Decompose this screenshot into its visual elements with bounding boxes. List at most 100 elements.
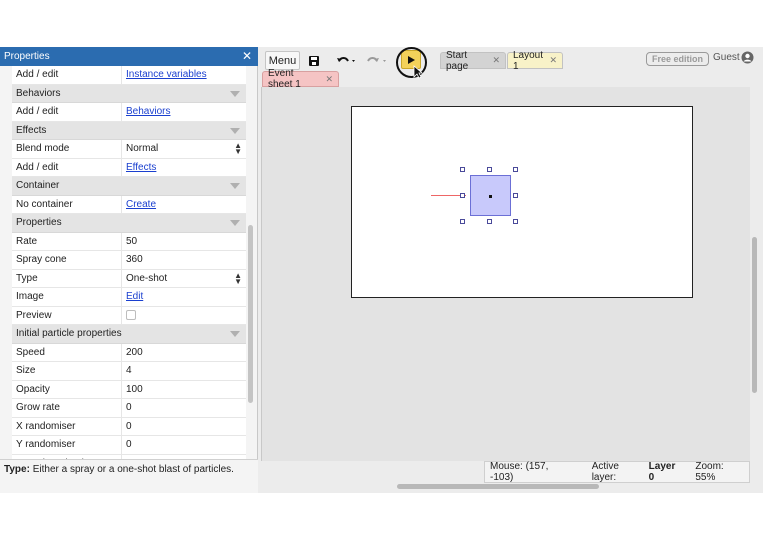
undo-button[interactable] [334, 51, 358, 70]
property-select[interactable]: One-shot ▲ ▼ [122, 270, 246, 288]
property-row: Y randomiser 0 [12, 436, 246, 455]
property-row: Rate 50 [12, 232, 246, 251]
property-row: No container Create [12, 195, 246, 214]
property-row: Grow rate 0 [12, 399, 246, 418]
collapse-triangle-icon[interactable] [230, 331, 240, 337]
property-name: Y randomiser [12, 436, 122, 454]
section-header[interactable]: Initial particle properties [12, 325, 246, 344]
layout-vertical-scrollbar[interactable] [752, 237, 757, 393]
resize-handle[interactable] [460, 219, 465, 224]
layout-horizontal-scrollbar[interactable] [397, 484, 599, 489]
collapse-triangle-icon[interactable] [230, 183, 240, 189]
properties-grid: Add / edit Instance variables Behaviors Add… [12, 66, 246, 459]
property-name: Type [12, 269, 122, 287]
property-value-cell: Instance variables [122, 66, 246, 84]
origin-point [489, 195, 492, 198]
layout-view[interactable] [261, 87, 750, 461]
resize-handle[interactable] [460, 193, 465, 198]
property-name: Preview [12, 306, 122, 324]
help-text: Either a spray or a one-shot blast of pa… [32, 464, 234, 475]
preview-checkbox[interactable] [126, 310, 136, 321]
section-header[interactable]: Container [12, 177, 246, 196]
close-icon[interactable]: ✕ [492, 55, 500, 66]
collapse-triangle-icon[interactable] [230, 220, 240, 226]
section-header[interactable]: Effects [12, 121, 246, 140]
close-icon[interactable]: ✕ [242, 47, 252, 66]
property-value-cell: Behaviors [122, 103, 246, 121]
play-icon [408, 55, 415, 64]
redo-button[interactable] [364, 51, 390, 70]
close-icon[interactable]: ✕ [549, 55, 557, 66]
property-name: Add / edit [12, 158, 122, 176]
select-arrows-icon: ▲ ▼ [234, 270, 242, 286]
tab-layout-1[interactable]: Layout 1 ✕ [507, 50, 563, 72]
property-value[interactable]: 360 [122, 251, 246, 269]
property-value[interactable]: 0 [122, 436, 246, 454]
property-row: Size 4 [12, 362, 246, 381]
save-icon [309, 55, 319, 66]
resize-handle[interactable] [513, 219, 518, 224]
property-name: Spray cone [12, 251, 122, 269]
property-name: Blend mode [12, 140, 122, 158]
cursor-icon [413, 65, 423, 79]
main-toolbar: Menu Start page ✕ Layout 1 ✕ Free editio… [261, 47, 763, 79]
property-row: Add / edit Behaviors [12, 103, 246, 122]
active-layer-label: Active layer: [591, 461, 619, 483]
resize-handle[interactable] [513, 167, 518, 172]
property-value[interactable]: 200 [122, 344, 246, 362]
property-value-cell: Effects [122, 159, 246, 177]
section-header[interactable]: Behaviors [12, 84, 246, 103]
property-value-cell: Edit [122, 288, 246, 306]
property-name: Rate [12, 232, 122, 250]
property-select[interactable]: Normal ▲ ▼ [122, 140, 246, 158]
collapse-triangle-icon[interactable] [230, 127, 240, 134]
property-value[interactable]: 0 [122, 418, 246, 436]
property-select-value: Normal [126, 143, 159, 155]
property-value[interactable]: 100 [122, 381, 246, 399]
property-name: Image [12, 288, 122, 306]
section-title: Effects [16, 124, 47, 136]
property-select-value: One-shot [126, 272, 168, 284]
property-name: Speed [12, 343, 122, 361]
construct-editor: Properties ✕ Add / edit Instance variable… [0, 47, 763, 493]
property-row: Image Edit [12, 288, 246, 307]
status-bar: Mouse: (157, -103) Active layer: Layer 0… [484, 461, 750, 483]
property-value[interactable]: 0 [122, 399, 246, 417]
property-link[interactable]: Edit [126, 291, 143, 302]
property-link[interactable]: Instance variables [126, 69, 207, 80]
property-name: Size [12, 362, 122, 380]
property-name: Add / edit [12, 103, 122, 121]
property-row: Blend mode Normal ▲ ▼ [12, 140, 246, 159]
section-header[interactable]: Properties [12, 214, 246, 233]
undo-icon [337, 56, 355, 62]
resize-handle[interactable] [487, 219, 492, 224]
property-value-cell: Create [122, 196, 246, 214]
collapse-triangle-icon[interactable] [230, 90, 240, 97]
section-title: Properties [16, 217, 62, 229]
redo-icon [367, 56, 386, 62]
tab-start-page[interactable]: Start page ✕ [440, 50, 506, 72]
property-row: X randomiser 0 [12, 417, 246, 436]
property-link[interactable]: Effects [126, 162, 156, 173]
property-link[interactable]: Behaviors [126, 106, 170, 117]
property-value[interactable]: 50 [122, 233, 246, 251]
properties-scrollbar[interactable] [248, 225, 253, 403]
resize-handle[interactable] [513, 193, 518, 198]
layout-canvas[interactable] [351, 106, 693, 298]
property-row: Speed 200 [12, 343, 246, 362]
close-icon[interactable]: ✕ [325, 74, 333, 85]
resize-handle[interactable] [460, 167, 465, 172]
property-value[interactable]: 4 [122, 362, 246, 380]
property-name: No container [12, 195, 122, 213]
zoom-level: Zoom: 55% [695, 461, 724, 483]
section-title: Initial particle properties [16, 328, 122, 340]
property-link[interactable]: Create [126, 199, 156, 210]
guest-label[interactable]: Guest [713, 52, 740, 63]
tab-event-sheet-1[interactable]: Event sheet 1 ✕ [262, 68, 339, 90]
free-edition-badge[interactable]: Free edition [646, 52, 709, 66]
mouse-position: Mouse: (157, -103) [490, 461, 549, 483]
user-icon[interactable] [741, 51, 754, 64]
properties-panel: Properties ✕ Add / edit Instance variable… [0, 47, 258, 493]
resize-handle[interactable] [487, 167, 492, 172]
properties-title: Properties [4, 51, 50, 62]
